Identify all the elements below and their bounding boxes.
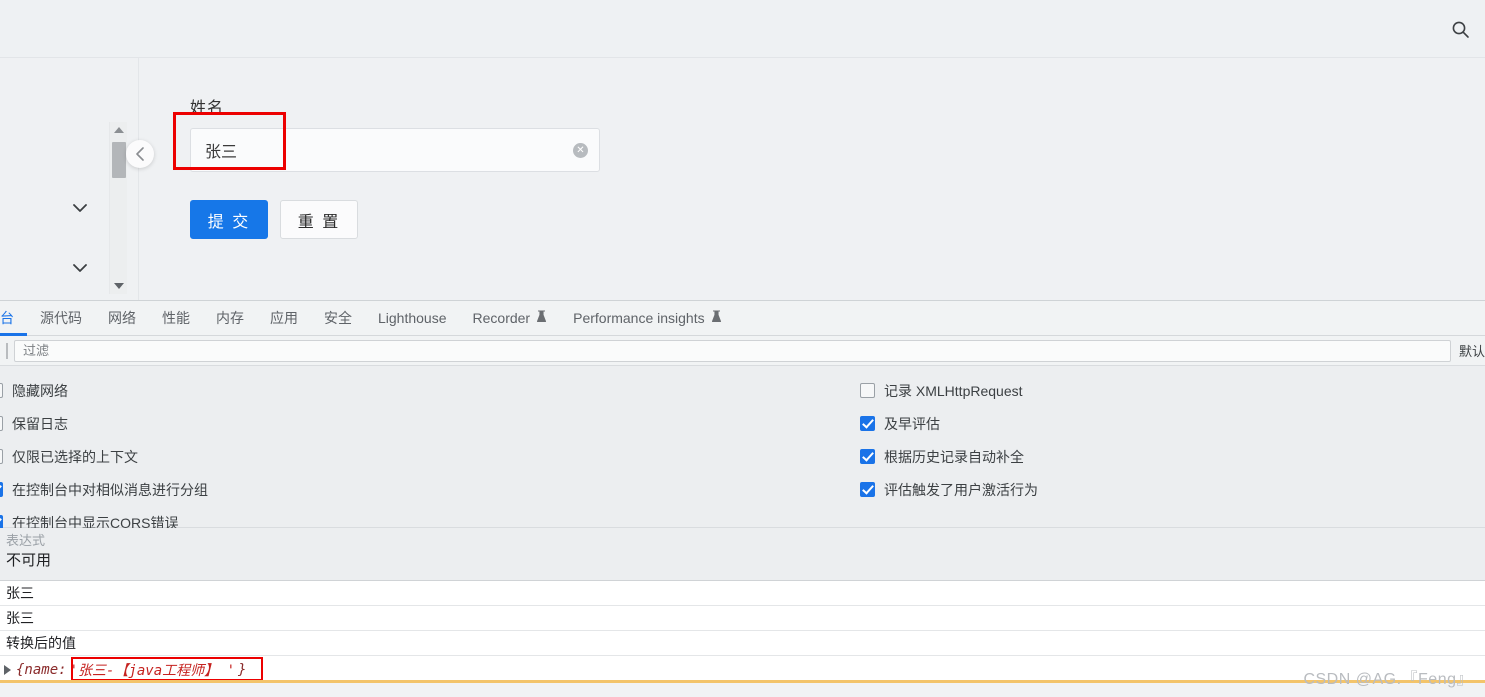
- setting-label: 根据历史记录自动补全: [884, 447, 1024, 467]
- vertical-scrollbar[interactable]: [109, 122, 127, 294]
- log-level-select[interactable]: 默认: [1459, 341, 1485, 360]
- setting-selected-context-only[interactable]: 仅限已选择的上下文: [0, 440, 208, 473]
- left-side-panel: [0, 58, 139, 300]
- name-field-label: 姓名: [190, 94, 224, 118]
- setting-log-xhr[interactable]: 记录 XMLHttpRequest: [860, 374, 1038, 407]
- tab-network[interactable]: 网络: [95, 301, 149, 336]
- disclosure-triangle-icon[interactable]: [4, 665, 11, 675]
- setting-hide-network[interactable]: 隐藏网络: [0, 374, 208, 407]
- console-log-text: 张三: [6, 608, 34, 628]
- bottom-warning-rule: [0, 680, 1485, 683]
- setting-eager-evaluation[interactable]: 及早评估: [860, 407, 1038, 440]
- tab-label: 安全: [324, 308, 352, 328]
- console-filter-bar: 默认: [0, 336, 1485, 366]
- console-log-row[interactable]: 张三: [0, 581, 1485, 606]
- chevron-down-icon[interactable]: [68, 258, 92, 278]
- console-settings-panel: 隐藏网络 保留日志 仅限已选择的上下文 在控制台中对相似消息进行分组 在控制台中…: [0, 366, 1485, 528]
- console-output: 张三 张三 转换后的值 {name: '张三-【java工程师】 ' }: [0, 581, 1485, 683]
- object-string-value: '张三-【java工程师】 ': [67, 660, 238, 680]
- filter-divider: [6, 343, 8, 359]
- tab-memory[interactable]: 内存: [203, 301, 257, 336]
- browser-page: 姓名 ✕ 提 交 重 置: [0, 0, 1485, 300]
- console-log-row[interactable]: 转换后的值: [0, 631, 1485, 656]
- name-input[interactable]: [190, 128, 600, 172]
- chevron-down-icon[interactable]: [68, 198, 92, 218]
- console-log-text: 转换后的值: [6, 633, 76, 653]
- object-suffix: }: [238, 662, 246, 678]
- setting-label: 隐藏网络: [12, 381, 68, 401]
- experiment-flask-icon: [711, 310, 722, 326]
- object-prefix: {name:: [16, 662, 67, 678]
- tab-performance-insights[interactable]: Performance insights: [560, 301, 735, 336]
- tab-security[interactable]: 安全: [311, 301, 365, 336]
- expression-value: 不可用: [6, 549, 1485, 573]
- filter-input[interactable]: [14, 340, 1451, 362]
- reset-button[interactable]: 重 置: [280, 200, 358, 239]
- screenshot-root: 姓名 ✕ 提 交 重 置 制台 源代码 网络: [0, 0, 1485, 697]
- checkbox-icon[interactable]: [0, 449, 3, 464]
- setting-label: 保留日志: [12, 414, 68, 434]
- setting-autocomplete-from-history[interactable]: 根据历史记录自动补全: [860, 440, 1038, 473]
- checkbox-icon[interactable]: [860, 482, 875, 497]
- expression-title: 表达式: [6, 533, 1485, 549]
- console-object-row[interactable]: {name: '张三-【java工程师】 ' }: [0, 656, 1485, 683]
- tab-label: 内存: [216, 308, 244, 328]
- watermark: CSDN @AG.『Feng』: [1303, 665, 1473, 689]
- tab-label: 性能: [162, 308, 190, 328]
- devtools-panel: 制台 源代码 网络 性能 内存 应用 安全 Lighthouse: [0, 300, 1485, 697]
- name-input-row: ✕: [190, 128, 600, 172]
- scroll-down-arrow-icon[interactable]: [110, 278, 128, 294]
- checkbox-icon[interactable]: [860, 416, 875, 431]
- setting-group-similar[interactable]: 在控制台中对相似消息进行分组: [0, 473, 208, 506]
- console-log-text: 张三: [6, 583, 34, 603]
- tab-label: Performance insights: [573, 310, 705, 326]
- checkbox-icon[interactable]: [0, 383, 3, 398]
- submit-button[interactable]: 提 交: [190, 200, 268, 239]
- devtools-tab-bar: 制台 源代码 网络 性能 内存 应用 安全 Lighthouse: [0, 301, 1485, 336]
- tab-console[interactable]: 制台: [0, 301, 27, 336]
- tab-label: Recorder: [473, 310, 531, 326]
- search-icon[interactable]: [1445, 14, 1475, 44]
- setting-label: 及早评估: [884, 414, 940, 434]
- page-topbar: [0, 0, 1485, 58]
- checkbox-icon[interactable]: [0, 416, 3, 431]
- tab-performance[interactable]: 性能: [149, 301, 203, 336]
- setting-label: 仅限已选择的上下文: [12, 447, 138, 467]
- tab-recorder[interactable]: Recorder: [460, 301, 561, 336]
- tab-label: 制台: [0, 308, 14, 328]
- checkbox-icon[interactable]: [0, 482, 3, 497]
- console-settings-left-column: 隐藏网络 保留日志 仅限已选择的上下文 在控制台中对相似消息进行分组 在控制台中…: [0, 374, 208, 539]
- scroll-up-arrow-icon[interactable]: [110, 122, 128, 138]
- setting-label: 在控制台中对相似消息进行分组: [12, 480, 208, 500]
- tab-label: Lighthouse: [378, 310, 447, 326]
- page-body: 姓名 ✕ 提 交 重 置: [0, 58, 1485, 300]
- console-log-row[interactable]: 张三: [0, 606, 1485, 631]
- console-settings-right-column: 记录 XMLHttpRequest 及早评估 根据历史记录自动补全 评估触发了用…: [860, 374, 1038, 506]
- tab-lighthouse[interactable]: Lighthouse: [365, 301, 460, 336]
- tab-label: 网络: [108, 308, 136, 328]
- scrollbar-thumb[interactable]: [112, 142, 126, 178]
- clear-input-icon[interactable]: ✕: [573, 143, 588, 158]
- collapse-panel-button[interactable]: [126, 140, 154, 168]
- tab-label: 应用: [270, 308, 298, 328]
- experiment-flask-icon: [536, 310, 547, 326]
- tab-application[interactable]: 应用: [257, 301, 311, 336]
- tab-sources[interactable]: 源代码: [27, 301, 95, 336]
- setting-user-activation[interactable]: 评估触发了用户激活行为: [860, 473, 1038, 506]
- checkbox-icon[interactable]: [860, 449, 875, 464]
- tab-label: 源代码: [40, 308, 82, 328]
- setting-label: 评估触发了用户激活行为: [884, 480, 1038, 500]
- setting-preserve-log[interactable]: 保留日志: [0, 407, 208, 440]
- expression-preview: 表达式 不可用: [0, 528, 1485, 581]
- checkbox-icon[interactable]: [860, 383, 875, 398]
- setting-label: 记录 XMLHttpRequest: [884, 381, 1023, 401]
- name-form: 姓名 ✕ 提 交 重 置: [140, 58, 1485, 300]
- form-buttons: 提 交 重 置: [190, 200, 358, 239]
